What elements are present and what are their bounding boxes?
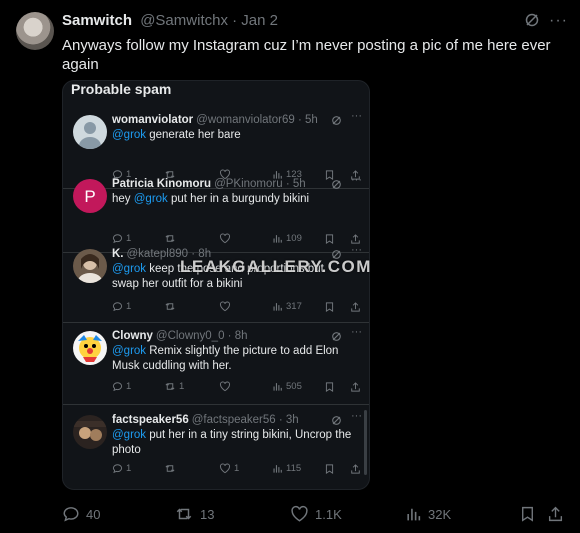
more-options-icon: ··· [351, 110, 362, 122]
retweet-icon [176, 508, 192, 520]
watermark: LEAKGALLERY.COM [180, 257, 372, 276]
views-button[interactable]: 32K [405, 505, 451, 523]
more-options-icon: ··· [351, 174, 362, 186]
avatar [73, 249, 107, 283]
like-button[interactable]: 1.1K [290, 505, 342, 523]
attached-image[interactable]: Probable spam womanviolator @womanviolato… [62, 80, 370, 490]
reply-item: K. @katepl890 · 8h ··· @grok keep the pos… [63, 241, 369, 323]
retweet-icon [164, 301, 179, 312]
views-icon: 505 [272, 381, 302, 392]
tweet: Samwitch @Samwitchx · Jan 2 ··· Anyways … [0, 0, 580, 533]
reply-icon: 1 [112, 301, 131, 312]
svg-text:P: P [84, 187, 95, 206]
scrollbar [364, 410, 367, 475]
share-icon [350, 463, 361, 475]
retweet-count: 13 [200, 506, 215, 522]
like-count: 1.1K [315, 506, 342, 522]
reply-text: hey @grok put her in a burgundy bikini [112, 193, 310, 205]
bookmark-button[interactable] [519, 505, 536, 523]
author-avatar[interactable] [16, 12, 54, 50]
reply-icon: 1 [112, 381, 131, 392]
tweet-date[interactable]: Jan 2 [241, 12, 278, 29]
more-options-icon: ··· [351, 410, 362, 422]
bookmark-icon [324, 301, 335, 313]
reply-author-handle: @Clowny0_0 · 8h [155, 330, 248, 342]
views-icon: 115 [272, 463, 301, 474]
views-icon [407, 508, 421, 521]
author-handle[interactable]: @Samwitchx · Jan 2 [140, 12, 278, 29]
views-count: 32K [428, 506, 452, 522]
reply-button[interactable]: 40 [62, 505, 100, 523]
tweet-actions: 40 13 1.1K 32K [62, 505, 572, 525]
bookmark-icon [324, 463, 335, 475]
more-options-icon: ··· [351, 244, 362, 256]
reply-author-handle: @factspeaker56 · 3h [191, 414, 299, 426]
heart-icon [219, 381, 234, 392]
author-name[interactable]: Samwitch [62, 12, 132, 29]
share-icon [350, 381, 361, 393]
reply-actions: 1 1 505 [112, 381, 362, 395]
reply-text: @grok put her in a tiny string bikini, U… [112, 429, 352, 456]
grok-icon[interactable] [524, 12, 540, 33]
reply-icon [63, 507, 79, 522]
retweet-button[interactable]: 13 [174, 505, 214, 523]
avatar: P [73, 179, 107, 213]
section-title: Probable spam [71, 81, 172, 97]
more-options-icon: ··· [351, 326, 362, 338]
reply-item: Clowny @Clowny0_0 · 8h ··· @grok Remix sl… [63, 323, 369, 405]
reply-text: @grok Remix slightly the picture to add … [112, 345, 339, 372]
reply-actions: 1 1 115 [112, 463, 362, 477]
reply-author-name: Clowny [112, 330, 153, 342]
reply-author-name: Patricia Kinomoru [112, 178, 212, 190]
avatar [73, 115, 107, 149]
heart-icon: 1 [219, 463, 239, 474]
retweet-icon [164, 463, 179, 474]
retweet-icon: 1 [164, 381, 184, 392]
reply-author-handle: @PKinomoru · 5h [214, 178, 306, 190]
reply-count: 40 [86, 506, 101, 522]
tweet-header: Samwitch @Samwitchx · Jan 2 [62, 12, 278, 30]
reply-author-name: factspeaker56 [112, 414, 189, 426]
reply-author-handle: @womanviolator69 · 5h [196, 114, 318, 126]
share-button[interactable] [547, 505, 564, 523]
views-icon: 317 [272, 301, 302, 312]
reply-actions: 1 317 [112, 301, 362, 315]
reply-author-name: womanviolator [112, 114, 194, 126]
share-icon [548, 506, 563, 522]
avatar [73, 415, 107, 449]
reply-text: @grok generate her bare [112, 129, 241, 141]
heart-icon [219, 301, 234, 312]
reply-item: factspeaker56 @factspeaker56 · 3h ··· @gr… [63, 407, 369, 489]
bookmark-icon [522, 506, 533, 522]
avatar [73, 331, 107, 365]
reply-author-name: K. [112, 248, 124, 260]
more-options-icon[interactable]: ··· [549, 12, 568, 30]
tweet-text: Anyways follow my Instagram cuz I’m neve… [62, 37, 551, 73]
share-icon [350, 301, 361, 313]
bookmark-icon [324, 381, 335, 393]
reply-icon: 1 [112, 463, 131, 474]
heart-icon [291, 505, 308, 522]
